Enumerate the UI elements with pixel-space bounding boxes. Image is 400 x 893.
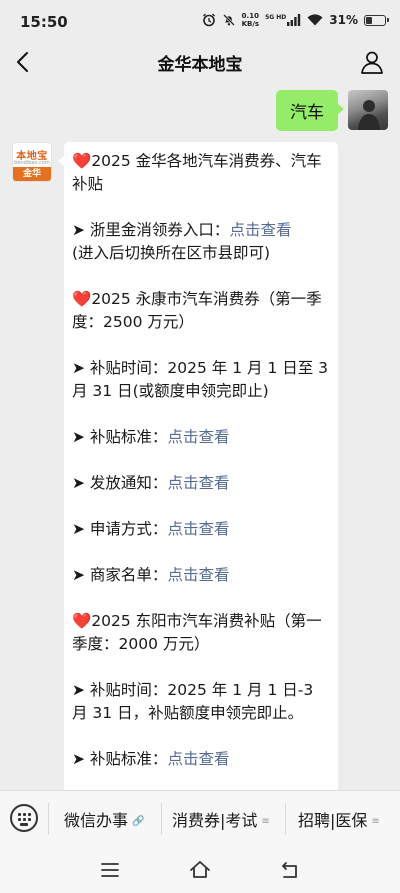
view-link[interactable]: 点击查看 (167, 520, 229, 538)
reply-line-text: 补贴标准： (89, 428, 168, 446)
view-link[interactable]: 点击查看 (167, 474, 229, 492)
arrow-icon: ➤ (72, 681, 90, 699)
reply-line-text: 2025 东阳市汽车消费补贴（第一季度：2000 万元） (72, 612, 322, 653)
reply-line-text: 申请方式： (89, 520, 168, 538)
status-icons: 0.10 KB/s 5G HD 31% (202, 12, 389, 28)
system-nav-bar (0, 846, 400, 893)
reply-line: ❤️2025 东阳市汽车消费补贴（第一季度：2000 万元） (72, 610, 330, 656)
submenu-icon: ≡ (371, 816, 380, 827)
reply-line: ❤️2025 金华各地汽车消费券、汽车补贴 (72, 150, 330, 196)
status-bar: 15:50 0.10 KB/s 5G HD 31% (0, 0, 400, 44)
arrow-icon: ➤ (72, 520, 90, 538)
reply-line-text: 2025 永康市汽车消费券（第一季度：2500 万元） (72, 290, 322, 331)
reply-line: ➤ 补贴时间：2025 年 1 月 1 日至 3 月 31 日(或额度申领完即止… (72, 357, 330, 403)
reply-line: ➤ 补贴标准：点击查看 (72, 748, 330, 771)
chat-area[interactable]: 汽车 本地宝 bendibao.com 金华 ❤️2025 金华各地汽车消费券、… (0, 80, 400, 790)
menu-item-coupons-exams[interactable]: 消费券|考试 ≡ (172, 807, 270, 831)
chat-title: 金华本地宝 (157, 55, 243, 75)
person-icon[interactable] (358, 48, 386, 76)
reply-line: ➤ 申请方式：点击查看 (72, 518, 330, 541)
reply-line-text: 发放通知： (89, 474, 168, 492)
arrow-icon: ➤ (72, 566, 90, 584)
chat-header: 金华本地宝 (0, 44, 400, 80)
reply-line-text: 2025 金华各地汽车消费券、汽车补贴 (72, 152, 322, 193)
outgoing-message[interactable]: 汽车 (276, 90, 344, 131)
arrow-icon: ➤ (72, 750, 90, 768)
status-time: 15:50 (20, 13, 68, 31)
reply-line-text: 补贴标准： (89, 750, 168, 768)
menu-item-wechat-services[interactable]: 微信办事 🔗 (64, 807, 144, 831)
bot-avatar[interactable]: 本地宝 bendibao.com 金华 (12, 142, 52, 182)
view-link[interactable]: 点击查看 (167, 428, 229, 446)
reply-line-text: 补贴时间：2025 年 1 月 1 日至 3 月 31 日(或额度申领完即止) (72, 359, 329, 400)
reply-line-text: 商家名单： (89, 566, 168, 584)
outgoing-message-text: 汽车 (290, 103, 324, 123)
reply-line: ❤️2025 永康市汽车消费券（第一季度：2500 万元） (72, 288, 330, 334)
battery-icon (364, 14, 389, 26)
reply-line: ➤ 浙里金消领券入口：点击查看 (72, 219, 330, 242)
heart-icon: ❤️ (72, 290, 92, 308)
submenu-icon: ≡ (261, 816, 270, 827)
view-link[interactable]: 点击查看 (167, 566, 229, 584)
heart-icon: ❤️ (72, 152, 92, 170)
reply-line: ➤ 补贴时间：2025 年 1 月 1 日-3 月 31 日，补贴额度申领完即止… (72, 679, 330, 725)
reply-line-text: 补贴时间：2025 年 1 月 1 日-3 月 31 日，补贴额度申领完即止。 (72, 681, 314, 722)
signal-bars-icon (287, 14, 301, 26)
mute-icon (222, 14, 235, 26)
avatar-figure (358, 100, 380, 130)
reply-line-text: (进入后切换所在区市县即可) (72, 244, 271, 262)
menu-divider (161, 803, 162, 835)
arrow-icon: ➤ (72, 428, 90, 446)
link-icon: 🔗 (132, 816, 145, 827)
reply-line: ➤ 发放通知：点击查看 (72, 472, 330, 495)
signal-label: 5G HD (265, 14, 287, 21)
wifi-icon (307, 14, 323, 26)
alarm-icon (202, 13, 215, 27)
service-menu-bar: 微信办事 🔗 消费券|考试 ≡ 招聘|医保 ≡ (0, 790, 400, 846)
menu-item-jobs-insurance[interactable]: 招聘|医保 ≡ (298, 807, 380, 831)
menu-divider (48, 803, 49, 835)
arrow-icon: ➤ (72, 474, 90, 492)
menu-divider (285, 803, 286, 835)
reply-line-text: 浙里金消领券入口： (89, 221, 230, 239)
arrow-icon: ➤ (72, 359, 90, 377)
user-avatar[interactable] (348, 90, 388, 130)
arrow-icon: ➤ (72, 221, 90, 239)
cell-signal: 5G HD (265, 14, 301, 26)
bot-avatar-band: 金华 (13, 167, 51, 181)
battery-percent: 31% (329, 13, 358, 27)
reply-line: ➤ 补贴标准：点击查看 (72, 426, 330, 449)
bot-avatar-logo-sub: bendibao.com (14, 160, 50, 166)
view-link[interactable]: 点击查看 (167, 750, 229, 768)
reply-line: ➤ 商家名单：点击查看 (72, 564, 330, 587)
view-link[interactable]: 点击查看 (229, 221, 291, 239)
network-speed: 0.10 KB/s (241, 12, 260, 28)
home-icon[interactable] (188, 858, 212, 882)
menu-lines-icon[interactable] (98, 858, 122, 882)
return-icon[interactable] (278, 858, 302, 882)
reply-line: (进入后切换所在区市县即可) (72, 242, 330, 265)
incoming-message[interactable]: ❤️2025 金华各地汽车消费券、汽车补贴 ➤ 浙里金消领券入口：点击查看 (进入后… (58, 142, 338, 790)
heart-icon: ❤️ (72, 612, 92, 630)
keyboard-icon[interactable] (10, 804, 38, 832)
